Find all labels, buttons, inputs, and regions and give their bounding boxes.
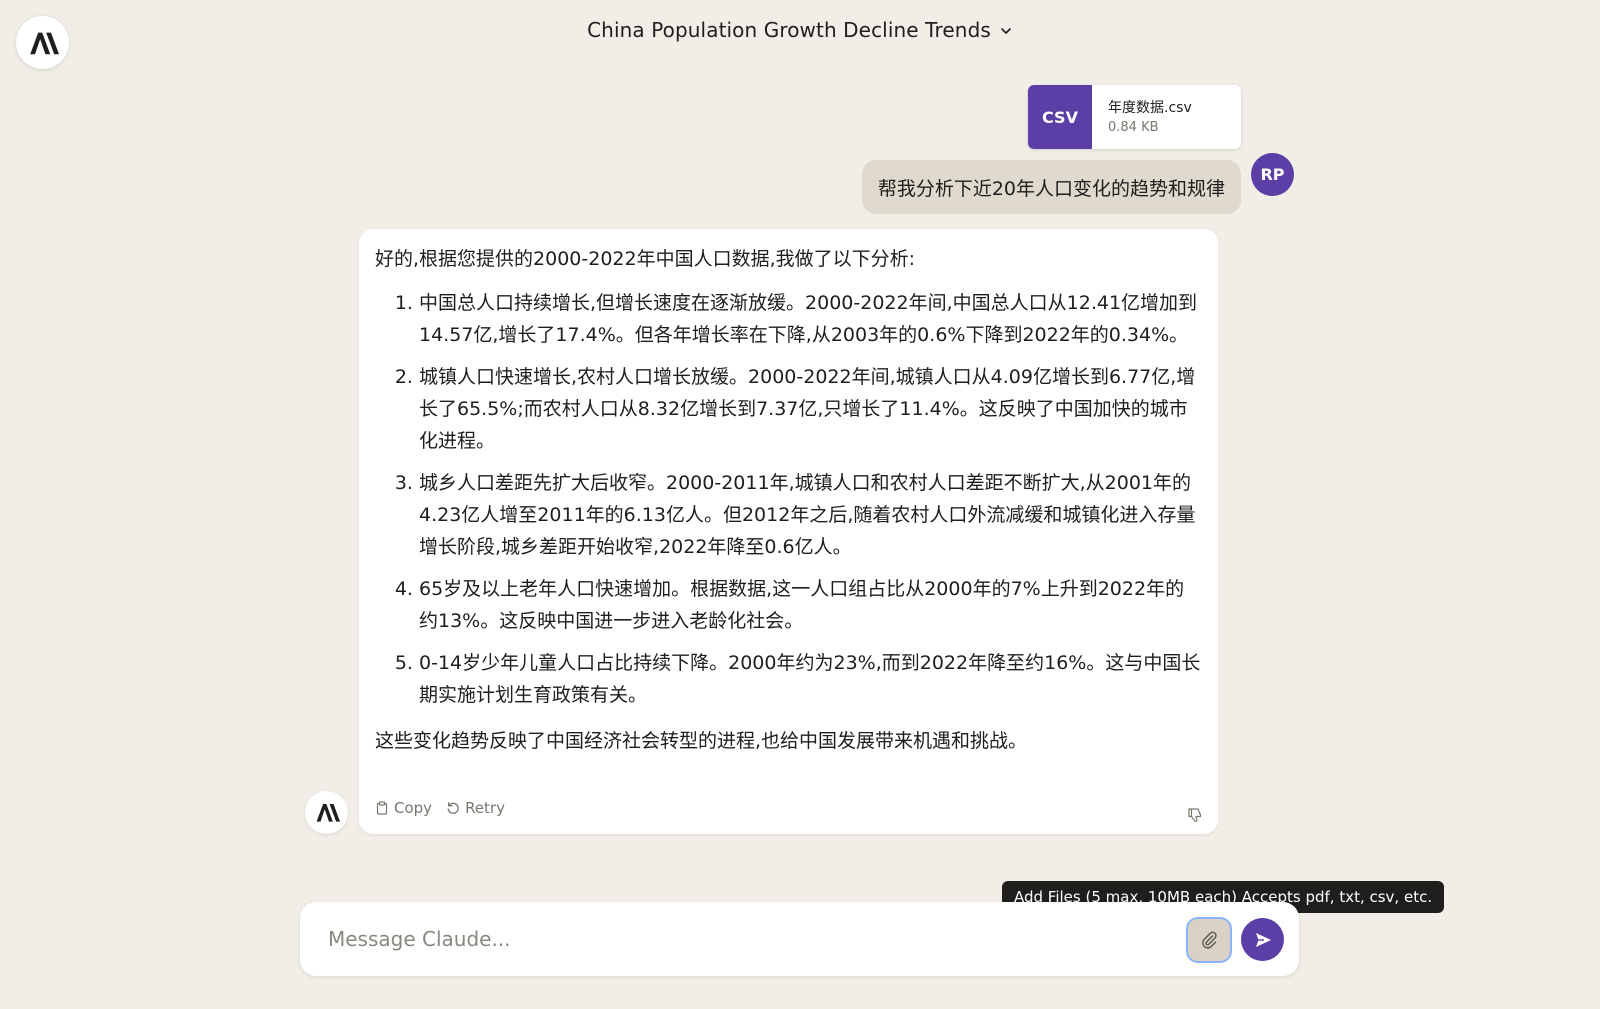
assistant-message-card: 好的,根据您提供的2000-2022年中国人口数据,我做了以下分析: 中国总人口…	[359, 229, 1218, 834]
chevron-down-icon	[999, 22, 1013, 38]
retry-label: Retry	[465, 799, 505, 817]
retry-icon	[447, 802, 459, 814]
add-files-button[interactable]	[1186, 917, 1232, 963]
file-name: 年度数据.csv	[1108, 100, 1192, 116]
list-item: 65岁及以上老年人口快速增加。根据数据,这一人口组占比从2000年的7%上升到2…	[419, 573, 1202, 637]
user-message-text: 帮我分析下近20年人口变化的趋势和规律	[877, 177, 1225, 200]
send-arrow-icon	[1255, 932, 1271, 947]
thumbs-down-icon[interactable]	[1186, 802, 1204, 822]
copy-button[interactable]: Copy	[375, 792, 432, 824]
list-item: 城镇人口快速增长,农村人口增长放缓。2000-2022年间,城镇人口从4.09亿…	[419, 361, 1202, 457]
assistant-intro: 好的,根据您提供的2000-2022年中国人口数据,我做了以下分析:	[375, 248, 916, 270]
conversation-title: China Population Growth Decline Trends	[587, 18, 991, 42]
user-avatar: RP	[1251, 153, 1294, 196]
copy-label: Copy	[394, 799, 433, 817]
title-bar: China Population Growth Decline Trends	[0, 18, 1600, 42]
message-input[interactable]	[326, 922, 1146, 956]
paperclip-icon	[1202, 931, 1217, 949]
list-item: 城乡人口差距先扩大后收窄。2000-2011年,城镇人口和农村人口差距不断扩大,…	[419, 467, 1202, 563]
list-item: 0-14岁少年儿童人口占比持续下降。2000年约为23%,而到2022年降至约1…	[419, 647, 1202, 711]
anthropic-logo-icon	[316, 804, 340, 822]
send-button[interactable]	[1241, 918, 1284, 961]
file-size: 0.84 KB	[1108, 120, 1159, 135]
file-attachment-card[interactable]: CSV 年度数据.csv 0.84 KB	[1028, 85, 1241, 149]
assistant-avatar	[305, 791, 348, 834]
clipboard-icon	[376, 801, 388, 815]
message-composer	[300, 902, 1299, 976]
list-item: 中国总人口持续增长,但增长速度在逐渐放缓。2000-2022年间,中国总人口从1…	[419, 287, 1202, 351]
analysis-points-list: 中国总人口持续增长,但增长速度在逐渐放缓。2000-2022年间,中国总人口从1…	[375, 287, 1202, 711]
message-actions: Copy Retry	[375, 792, 505, 824]
user-message-bubble: 帮我分析下近20年人口变化的趋势和规律	[861, 160, 1241, 214]
conversation-title-dropdown[interactable]: China Population Growth Decline Trends	[587, 18, 1013, 42]
retry-button[interactable]: Retry	[446, 792, 505, 824]
assistant-outro: 这些变化趋势反映了中国经济社会转型的进程,也给中国发展带来机遇和挑战。	[375, 730, 1028, 752]
file-type-badge: CSV	[1028, 85, 1092, 149]
file-meta: 年度数据.csv 0.84 KB	[1092, 85, 1208, 149]
